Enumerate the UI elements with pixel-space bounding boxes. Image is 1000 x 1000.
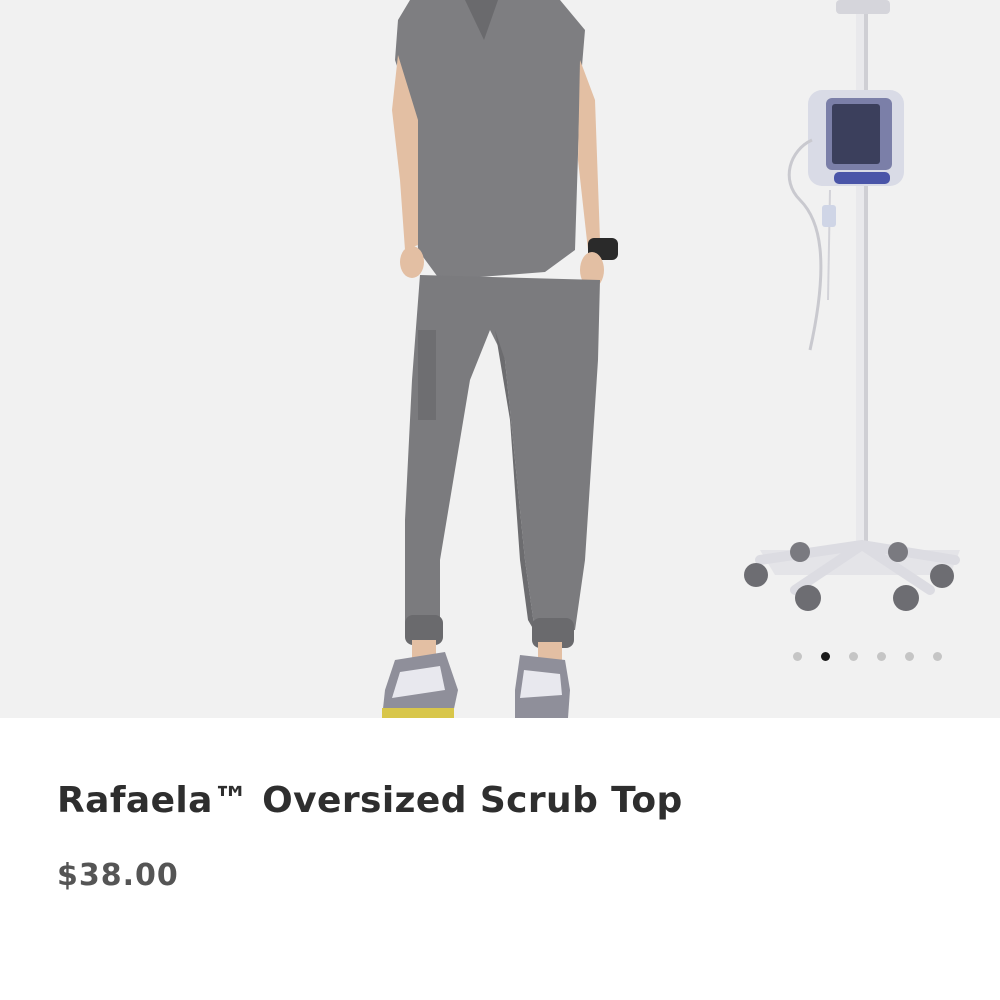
carousel-pagination [793,652,942,661]
carousel-dot-4[interactable] [877,652,886,661]
carousel-dot-2-active[interactable] [821,652,830,661]
carousel-dot-5[interactable] [905,652,914,661]
product-title: Rafaela™ Oversized Scrub Top [57,780,683,821]
product-photo[interactable] [0,0,1000,718]
carousel-dot-1[interactable] [793,652,802,661]
carousel-dot-6[interactable] [933,652,942,661]
product-image-carousel[interactable] [0,0,1000,718]
product-price: $38.00 [57,858,179,893]
carousel-dot-3[interactable] [849,652,858,661]
product-page: Rafaela™ Oversized Scrub Top $38.00 [0,0,1000,1000]
